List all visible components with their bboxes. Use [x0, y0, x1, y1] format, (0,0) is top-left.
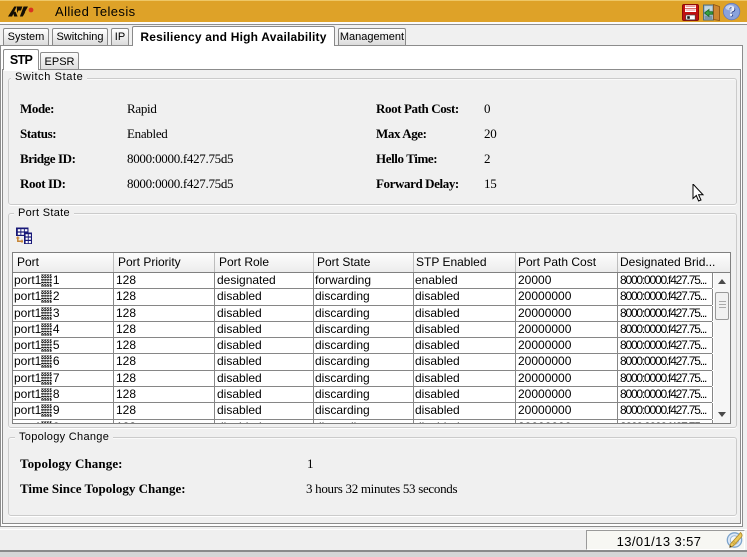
svg-text:?: ? — [728, 4, 736, 20]
